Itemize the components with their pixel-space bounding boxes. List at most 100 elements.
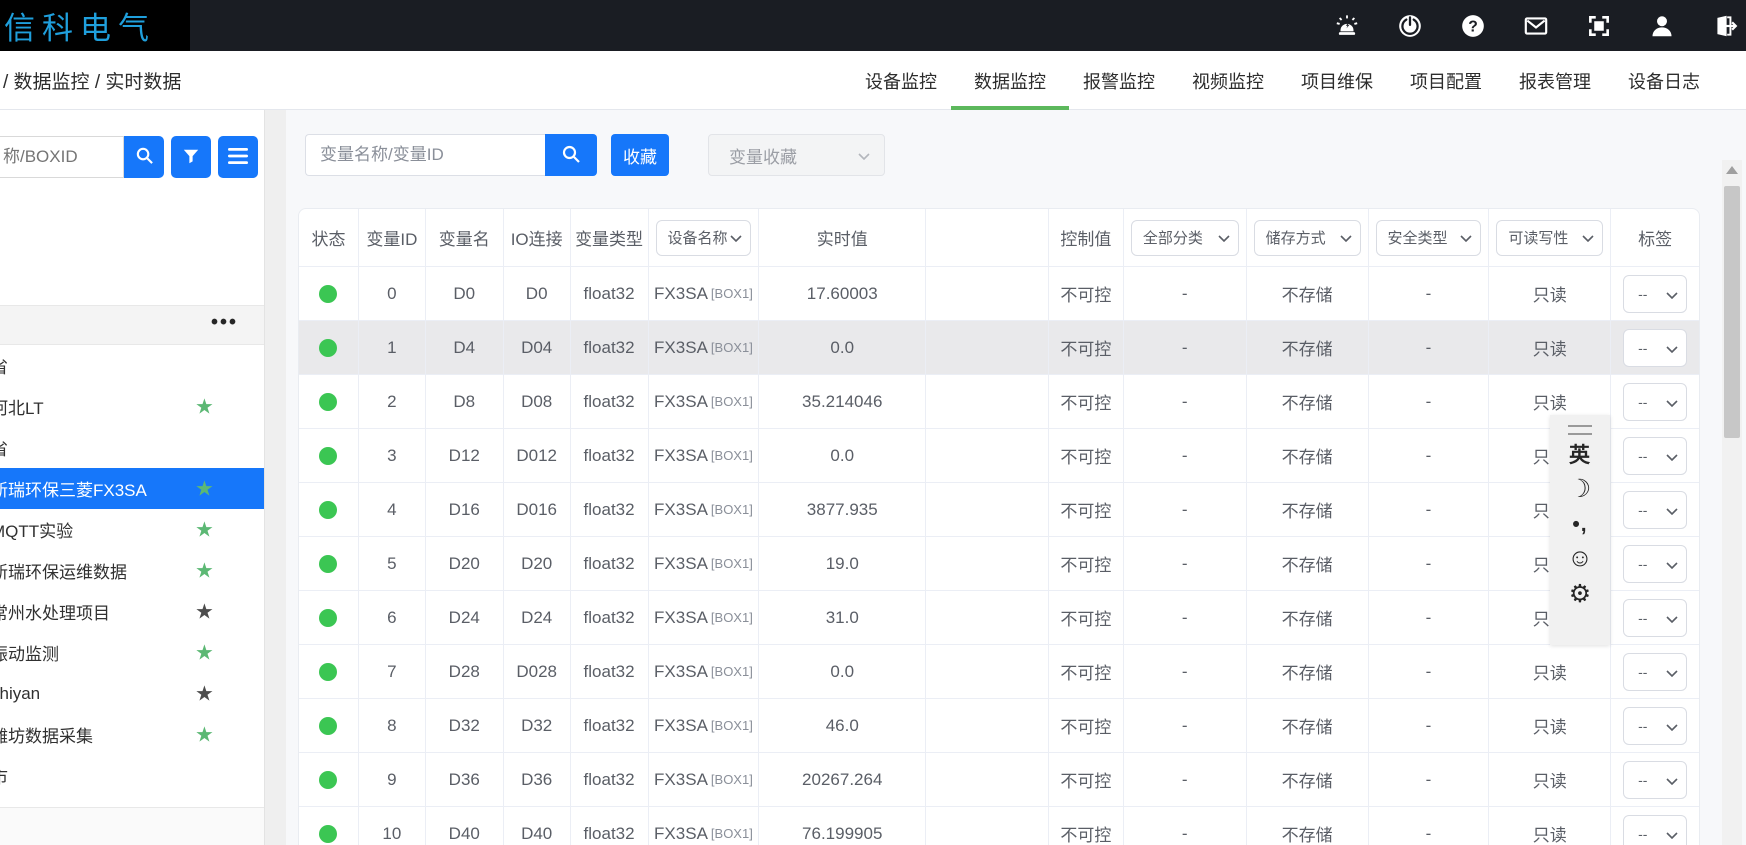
header-select-设备名称[interactable]: 设备名称: [656, 220, 752, 256]
variable-search-button[interactable]: [545, 134, 597, 176]
sidebar-scrollbar[interactable]: [264, 110, 286, 845]
header-select-安全类型[interactable]: 安全类型: [1376, 220, 1482, 256]
topbar: 信科电气 ?: [0, 0, 1746, 51]
device-name: FX3SA: [654, 716, 708, 736]
cell-control-value: 不可控: [1049, 267, 1124, 320]
sidebar-item-新瑞环保运维数据[interactable]: 新瑞环保运维数据★: [0, 550, 264, 591]
table-row[interactable]: 10D40D40float32FX3SA[BOX1]76.199905不可控-不…: [299, 807, 1699, 845]
cell-variable-id: 2: [359, 375, 426, 428]
table-row[interactable]: 4D16D016float32FX3SA[BOX1]3877.935不可控-不存…: [299, 483, 1699, 537]
logout-icon[interactable]: [1712, 13, 1738, 39]
mail-icon[interactable]: [1523, 13, 1549, 39]
header-select-全部分类[interactable]: 全部分类: [1131, 220, 1239, 256]
tab-视频监控[interactable]: 视频监控: [1192, 51, 1264, 110]
table-row[interactable]: 6D24D24float32FX3SA[BOX1]31.0不可控-不存储-只读-…: [299, 591, 1699, 645]
favorite-button[interactable]: 收藏: [611, 134, 669, 176]
tag-select[interactable]: --: [1623, 815, 1687, 845]
device-box-id: [BOX1]: [711, 718, 753, 733]
table-row[interactable]: 0D0D0float32FX3SA[BOX1]17.60003不可控-不存储-只…: [299, 267, 1699, 321]
list-menu-button[interactable]: [218, 136, 258, 178]
table-row[interactable]: 7D28D028float32FX3SA[BOX1]0.0不可控-不存储-只读-…: [299, 645, 1699, 699]
device-box-id: [BOX1]: [711, 286, 753, 301]
cell-access: 只读: [1489, 645, 1611, 698]
favorite-star-icon[interactable]: ★: [195, 396, 214, 417]
filter-icon: [182, 147, 200, 168]
device-search-button[interactable]: [124, 136, 164, 178]
more-options-icon[interactable]: •••: [211, 312, 238, 335]
scrollbar-thumb[interactable]: [1724, 186, 1740, 438]
main-scrollbar[interactable]: [1722, 160, 1742, 845]
variable-favorite-select[interactable]: 变量收藏: [708, 134, 885, 176]
power-icon[interactable]: [1397, 13, 1423, 39]
tag-select[interactable]: --: [1623, 491, 1687, 529]
variable-search-input[interactable]: [305, 134, 545, 176]
tab-设备监控[interactable]: 设备监控: [865, 51, 937, 110]
tab-报表管理[interactable]: 报表管理: [1519, 51, 1591, 110]
sidebar-item-市[interactable]: 市: [0, 755, 264, 796]
tab-报警监控[interactable]: 报警监控: [1083, 51, 1155, 110]
cell-realtime-value: 17.60003: [759, 267, 926, 320]
sidebar-item-振动监测[interactable]: 振动监测★: [0, 632, 264, 673]
feedback-smiley-icon[interactable]: ☺: [1567, 545, 1593, 573]
tag-select[interactable]: --: [1623, 437, 1687, 475]
favorite-star-icon[interactable]: ★: [195, 683, 214, 704]
header-可读写性: 可读写性: [1489, 209, 1611, 266]
table-row[interactable]: 3D12D012float32FX3SA[BOX1]0.0不可控-不存储-只读-…: [299, 429, 1699, 483]
fullscreen-icon[interactable]: [1586, 13, 1612, 39]
sidebar-item-常州水处理项目[interactable]: 常州水处理项目★: [0, 591, 264, 632]
tab-项目维保[interactable]: 项目维保: [1301, 51, 1373, 110]
favorite-star-icon[interactable]: ★: [195, 560, 214, 581]
drag-handle-icon[interactable]: [1568, 425, 1592, 435]
table-row[interactable]: 2D8D08float32FX3SA[BOX1]35.214046不可控-不存储…: [299, 375, 1699, 429]
tag-select[interactable]: --: [1623, 653, 1687, 691]
tag-select[interactable]: --: [1623, 383, 1687, 421]
settings-gear-icon[interactable]: ⚙: [1569, 581, 1591, 609]
alarm-icon[interactable]: [1334, 13, 1360, 39]
user-icon[interactable]: [1649, 13, 1675, 39]
cell-empty: [926, 429, 1049, 482]
cell-status: [299, 375, 359, 428]
sidebar-item-省[interactable]: 省: [0, 427, 264, 468]
header-select-储存方式[interactable]: 储存方式: [1254, 220, 1361, 256]
sidebar-item-MQTT实验[interactable]: MQTT实验★: [0, 509, 264, 550]
tag-select[interactable]: --: [1623, 599, 1687, 637]
table-row[interactable]: 9D36D36float32FX3SA[BOX1]20267.264不可控-不存…: [299, 753, 1699, 807]
sidebar: ••• 省河北LT★省新瑞环保三菱FX3SA★MQTT实验★新瑞环保运维数据★常…: [0, 110, 264, 845]
sidebar-item-省[interactable]: 省: [0, 345, 264, 386]
filter-button[interactable]: [171, 136, 211, 178]
tab-数据监控[interactable]: 数据监控: [974, 51, 1046, 110]
header-select-可读写性[interactable]: 可读写性: [1496, 220, 1603, 256]
favorite-star-icon[interactable]: ★: [195, 724, 214, 745]
dark-mode-icon[interactable]: ☽: [1569, 476, 1591, 504]
hamburger-icon: [228, 148, 248, 167]
tag-select[interactable]: --: [1623, 761, 1687, 799]
cell-device: FX3SA[BOX1]: [649, 483, 760, 536]
chevron-down-icon: [1666, 664, 1678, 680]
favorite-star-icon[interactable]: ★: [195, 642, 214, 663]
sidebar-item-新瑞环保三菱FX3SA[interactable]: 新瑞环保三菱FX3SA★: [0, 468, 264, 509]
device-search-input[interactable]: [0, 136, 124, 178]
table-row[interactable]: 1D4D04float32FX3SA[BOX1]0.0不可控-不存储-只读--: [299, 321, 1699, 375]
tab-项目配置[interactable]: 项目配置: [1410, 51, 1482, 110]
tab-设备日志[interactable]: 设备日志: [1628, 51, 1700, 110]
favorite-star-icon[interactable]: ★: [195, 601, 214, 622]
cell-category: -: [1124, 807, 1247, 845]
tag-select[interactable]: --: [1623, 329, 1687, 367]
sidebar-item-河北LT[interactable]: 河北LT★: [0, 386, 264, 427]
help-icon[interactable]: ?: [1460, 13, 1486, 39]
favorite-star-icon[interactable]: ★: [195, 519, 214, 540]
sidebar-item-潍坊数据采集[interactable]: 潍坊数据采集★: [0, 714, 264, 755]
cell-variable-type: float32: [571, 483, 649, 536]
sidebar-item-shiyan[interactable]: shiyan★: [0, 673, 264, 714]
tag-select[interactable]: --: [1623, 275, 1687, 313]
header-设备名称: 设备名称: [649, 209, 760, 266]
status-dot: [319, 501, 337, 519]
favorite-star-icon[interactable]: ★: [195, 478, 214, 499]
tag-select[interactable]: --: [1623, 707, 1687, 745]
table-row[interactable]: 8D32D32float32FX3SA[BOX1]46.0不可控-不存储-只读-…: [299, 699, 1699, 753]
pinyin-icon[interactable]: •,: [1572, 513, 1587, 536]
tag-select[interactable]: --: [1623, 545, 1687, 583]
language-toggle-button[interactable]: 英: [1569, 444, 1591, 467]
scroll-up-icon[interactable]: [1726, 166, 1738, 174]
table-row[interactable]: 5D20D20float32FX3SA[BOX1]19.0不可控-不存储-只读-…: [299, 537, 1699, 591]
